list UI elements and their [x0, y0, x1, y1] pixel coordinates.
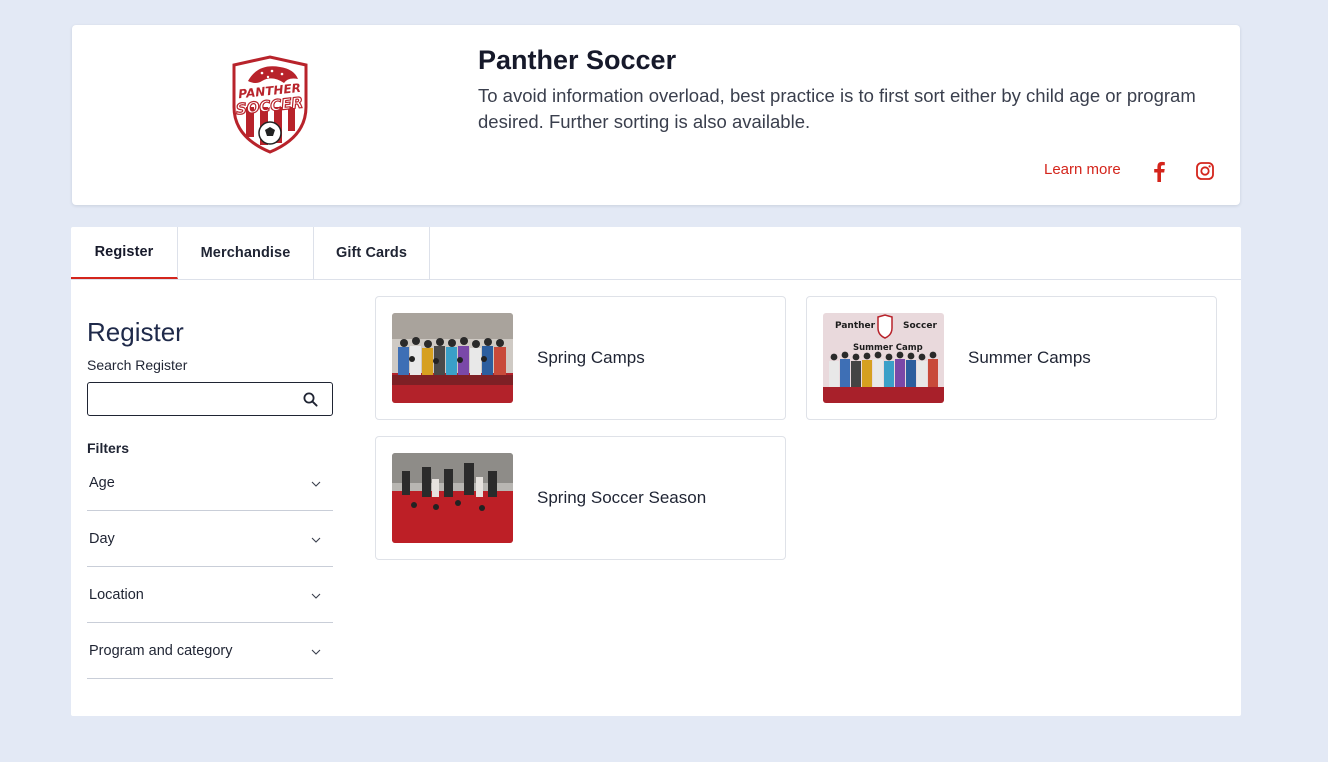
- org-title: Panther Soccer: [478, 45, 677, 75]
- chevron-down-icon: [311, 586, 321, 604]
- program-image: Panther Soccer Summer Camp: [823, 313, 944, 403]
- filters-heading: Filters: [87, 440, 130, 456]
- program-card-summer-camps[interactable]: Panther Soccer Summer Camp Summer Camps: [806, 296, 1217, 420]
- tab-gift-cards[interactable]: Gift Cards: [314, 227, 430, 279]
- program-name: Spring Soccer Season: [537, 488, 707, 507]
- image-text: Summer Camp: [853, 343, 923, 353]
- filter-label: Day: [89, 530, 115, 547]
- chevron-down-icon: [311, 474, 321, 492]
- tab-bar: Register Merchandise Gift Cards: [71, 227, 1241, 280]
- org-header-card: PANTHER SOCCER Panther Soccer To avoid i…: [72, 25, 1240, 205]
- sidebar-title: Register: [87, 317, 184, 347]
- search-label: Search Register: [87, 357, 188, 373]
- search-icon[interactable]: [303, 392, 318, 407]
- panther-soccer-logo: PANTHER SOCCER: [228, 55, 312, 155]
- tab-register[interactable]: Register: [71, 227, 178, 279]
- filter-location[interactable]: Location: [87, 567, 333, 623]
- program-name: Spring Camps: [537, 348, 645, 367]
- filter-sidebar: Register Search Register Filters Age Day…: [87, 317, 333, 679]
- org-description: To avoid information overload, best prac…: [478, 85, 1196, 132]
- image-text: Panther: [835, 321, 876, 331]
- program-name: Summer Camps: [968, 348, 1091, 367]
- program-card-spring-camps[interactable]: Spring Camps: [375, 296, 786, 420]
- learn-more-link[interactable]: Learn more: [1044, 161, 1121, 178]
- program-card-spring-soccer-season[interactable]: Spring Soccer Season: [375, 436, 786, 560]
- instagram-icon[interactable]: [1195, 161, 1215, 181]
- main-content-card: Register Merchandise Gift Cards Register…: [71, 227, 1241, 716]
- chevron-down-icon: [311, 530, 321, 548]
- image-text: Soccer: [903, 321, 937, 331]
- search-input[interactable]: [96, 384, 296, 414]
- program-image: [392, 313, 513, 403]
- filter-label: Program and category: [89, 642, 233, 659]
- filter-label: Age: [89, 475, 115, 491]
- filter-program-category[interactable]: Program and category: [87, 623, 333, 679]
- filter-age[interactable]: Age: [87, 456, 333, 511]
- program-image: [392, 453, 513, 543]
- chevron-down-icon: [311, 642, 321, 660]
- tab-merchandise[interactable]: Merchandise: [178, 227, 314, 279]
- facebook-icon[interactable]: [1150, 160, 1168, 182]
- search-box: [87, 382, 333, 416]
- filter-label: Location: [89, 586, 144, 603]
- filter-day[interactable]: Day: [87, 511, 333, 567]
